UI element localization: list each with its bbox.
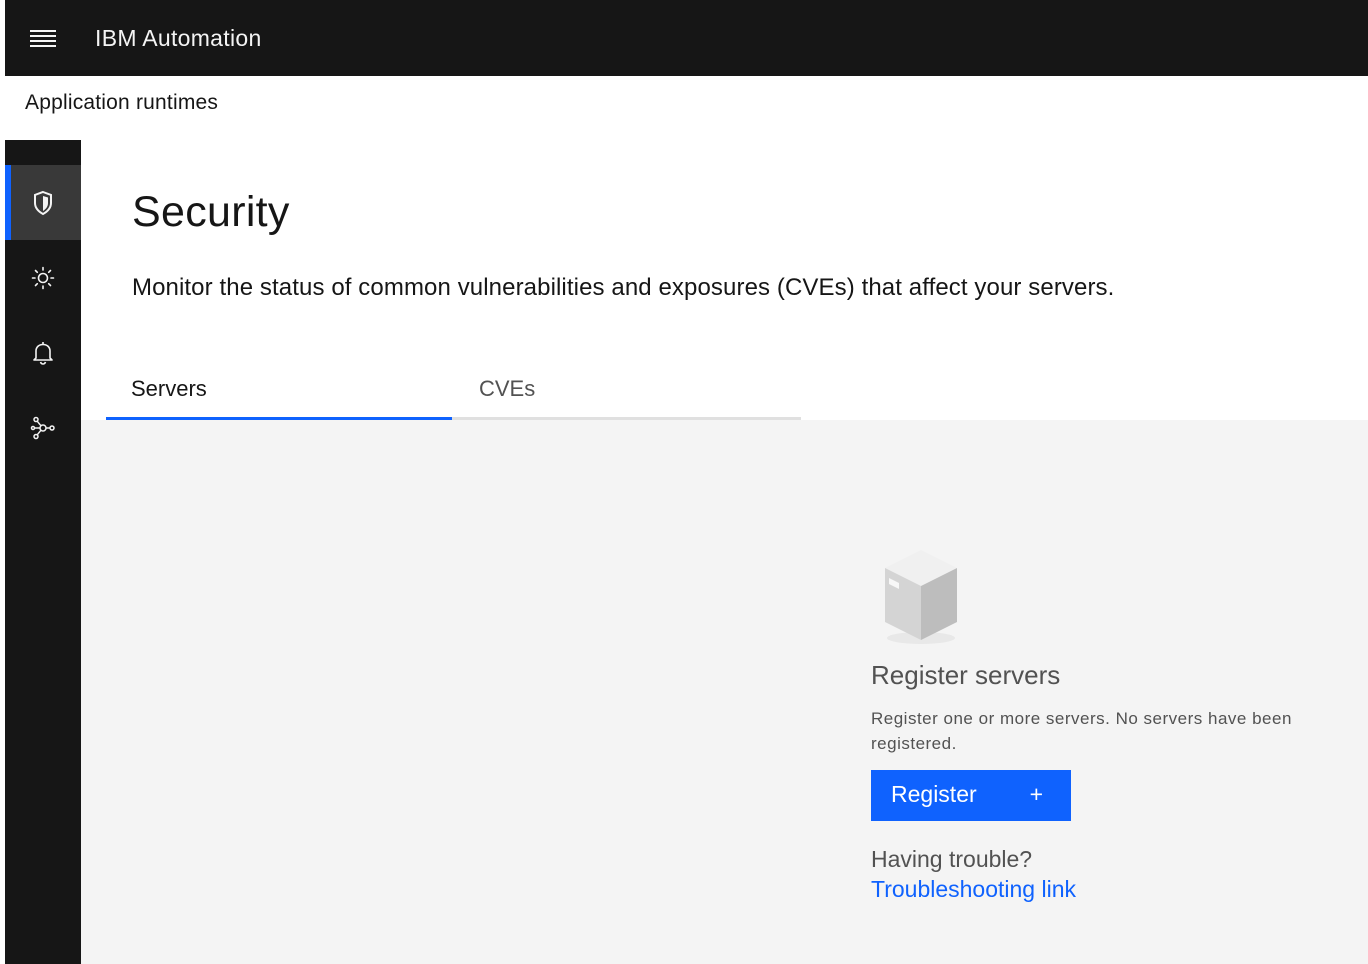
app-frame: IBM Automation Application runtimes Secu… — [0, 0, 1368, 964]
side-rail — [5, 140, 81, 964]
box-icon — [885, 550, 957, 644]
add-icon: + — [1029, 781, 1043, 807]
app-title: IBM Automation — [95, 24, 262, 51]
shield-icon — [34, 190, 52, 215]
sidebar-item-environment[interactable] — [5, 240, 81, 315]
troubleshooting-link[interactable]: Troubleshooting link — [871, 876, 1076, 903]
hamburger-menu-button[interactable] — [5, 0, 81, 76]
tab-servers-label: Servers — [131, 376, 207, 401]
tab-servers[interactable]: Servers — [106, 362, 452, 420]
secondary-header: Application runtimes — [5, 76, 1368, 140]
register-button-label: Register — [891, 781, 977, 807]
network-icon — [30, 416, 55, 439]
top-header: IBM Automation — [5, 0, 1368, 76]
empty-state-body: Register one or more servers. No servers… — [871, 709, 1292, 753]
main-content: Security Monitor the status of common vu… — [81, 140, 1368, 964]
hamburger-menu-icon — [30, 30, 56, 47]
register-button[interactable]: Register + — [871, 770, 1071, 821]
tab-cves-label: CVEs — [479, 376, 536, 401]
product-title[interactable]: Application runtimes — [25, 91, 218, 115]
page-description: Monitor the status of common vulnerabili… — [132, 274, 1115, 301]
help-text: Having trouble? — [871, 846, 1033, 872]
sidebar-item-notifications[interactable] — [5, 315, 81, 390]
sidebar-item-security[interactable] — [5, 165, 81, 240]
page-title: Security — [132, 188, 290, 236]
sidebar-item-topology[interactable] — [5, 390, 81, 465]
sun-icon — [31, 266, 55, 289]
tab-list: Servers CVEs — [106, 362, 801, 420]
tab-cves[interactable]: CVEs — [452, 362, 801, 420]
empty-state-title: Register servers — [871, 660, 1061, 690]
bell-icon — [33, 341, 53, 365]
tab-panel-servers: Register servers Register one or more se… — [81, 420, 1368, 964]
